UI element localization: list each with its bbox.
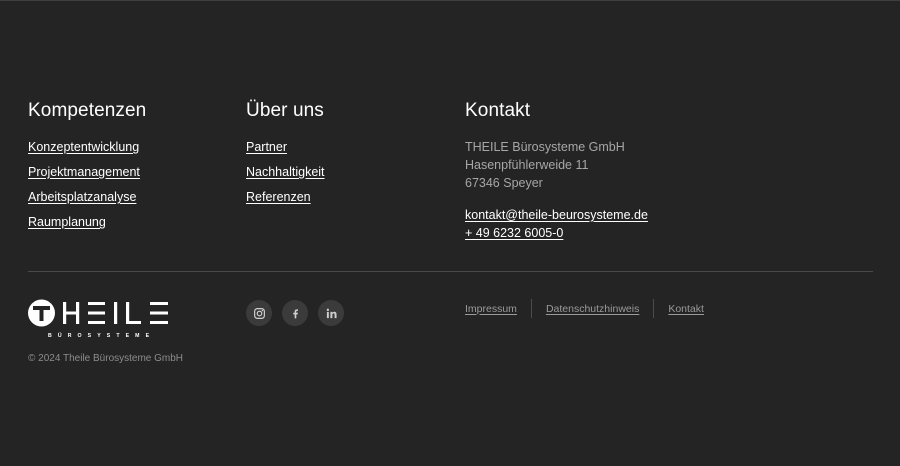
- logo-graphic: BÜROSYSTEME: [28, 299, 168, 339]
- link-partner[interactable]: Partner: [246, 140, 287, 154]
- kontakt-link[interactable]: Kontakt: [668, 303, 704, 315]
- company-address: THEILE Bürosysteme GmbH Hasenpfühlerweid…: [465, 138, 765, 192]
- address-city: 67346 Speyer: [465, 176, 543, 190]
- phone-link[interactable]: + 49 6232 6005-0: [465, 224, 765, 242]
- footer-divider: [28, 271, 873, 272]
- link-raumplanung[interactable]: Raumplanung: [28, 215, 106, 229]
- top-border: [0, 0, 900, 1]
- ueber-uns-link-list: Partner Nachhaltigkeit Referenzen: [246, 138, 456, 213]
- impressum-link[interactable]: Impressum: [465, 303, 517, 315]
- linkedin-icon: [326, 308, 337, 318]
- facebook-button[interactable]: [282, 300, 308, 326]
- legal-links: Impressum Datenschutzhinweis Kontakt: [465, 299, 704, 318]
- logo-subtext: BÜROSYSTEME: [48, 332, 155, 339]
- instagram-button[interactable]: [246, 300, 272, 326]
- list-item: Konzeptentwicklung: [28, 138, 238, 163]
- footer-column-kontakt: Kontakt THEILE Bürosysteme GmbH Hasenpfü…: [465, 100, 765, 242]
- divider: [653, 299, 655, 318]
- list-item: Arbeitsplatzanalyse: [28, 188, 238, 213]
- link-nachhaltigkeit[interactable]: Nachhaltigkeit: [246, 165, 325, 179]
- column-heading-ueber-uns: Über uns: [246, 100, 324, 121]
- list-item: Projektmanagement: [28, 163, 238, 188]
- copyright-text: © 2024 Theile Bürosysteme GmbH: [28, 353, 184, 364]
- theile-logo[interactable]: BÜROSYSTEME: [28, 299, 170, 346]
- social-icons: [246, 300, 344, 326]
- datenschutz-link[interactable]: Datenschutzhinweis: [546, 303, 639, 315]
- footer-column-ueber-uns: Über uns Partner Nachhaltigkeit Referenz…: [246, 100, 456, 213]
- divider: [530, 299, 532, 318]
- link-referenzen[interactable]: Referenzen: [246, 190, 311, 204]
- list-item: Nachhaltigkeit: [246, 163, 456, 188]
- link-arbeitsplatzanalyse[interactable]: Arbeitsplatzanalyse: [28, 190, 136, 204]
- column-heading-kompetenzen: Kompetenzen: [28, 100, 147, 121]
- link-projektmanagement[interactable]: Projektmanagement: [28, 165, 140, 179]
- list-item: Referenzen: [246, 188, 456, 213]
- footer-column-kompetenzen: Kompetenzen Konzeptentwicklung Projektma…: [28, 100, 238, 238]
- kompetenzen-link-list: Konzeptentwicklung Projektmanagement Arb…: [28, 138, 238, 238]
- email-link[interactable]: kontakt@theile-beurosysteme.de: [465, 206, 765, 224]
- link-konzeptentwicklung[interactable]: Konzeptentwicklung: [28, 140, 139, 154]
- contact-links: kontakt@theile-beurosysteme.de + 49 6232…: [465, 206, 765, 242]
- company-name: THEILE Bürosysteme GmbH: [465, 140, 625, 154]
- list-item: Partner: [246, 138, 456, 163]
- list-item: Raumplanung: [28, 213, 238, 238]
- instagram-icon: [253, 307, 265, 319]
- facebook-icon: [292, 308, 298, 318]
- column-heading-kontakt: Kontakt: [465, 100, 531, 121]
- linkedin-button[interactable]: [318, 300, 344, 326]
- address-street: Hasenpfühlerweide 11: [465, 158, 589, 172]
